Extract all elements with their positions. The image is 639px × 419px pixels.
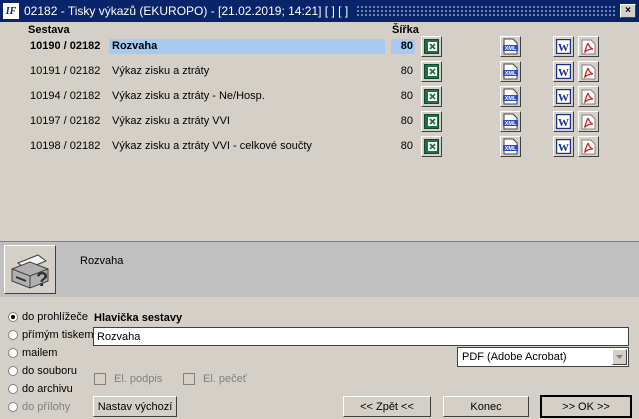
xml-icon[interactable]: XML — [500, 36, 521, 57]
title-bar-pattern — [356, 5, 617, 17]
xml-icon[interactable]: XML — [500, 136, 521, 157]
svg-text:XML: XML — [505, 71, 517, 77]
el-pecet-label: El. pečeť — [203, 373, 247, 385]
output-option: do přílohy — [8, 401, 70, 413]
report-name: Rozvaha — [109, 39, 385, 54]
pdf-icon[interactable] — [578, 36, 599, 57]
report-number: 10197 / 02182 — [30, 115, 101, 127]
excel-icon[interactable] — [421, 36, 442, 57]
report-number: 10191 / 02182 — [30, 65, 101, 77]
checkbox-box[interactable] — [94, 373, 106, 385]
header-input[interactable] — [93, 327, 629, 346]
output-option-label: mailem — [22, 347, 58, 359]
end-button[interactable]: Konec — [443, 396, 529, 417]
table-row[interactable]: 10190 / 02182 Rozvaha 80 XML W — [0, 35, 639, 60]
table-row[interactable]: 10198 / 02182 Výkaz zisku a ztráty VVI - … — [0, 135, 639, 160]
ok-button[interactable]: >> OK >> — [540, 395, 632, 418]
radio-button[interactable] — [8, 348, 18, 358]
output-option-label: do přílohy — [22, 401, 71, 413]
svg-text:W: W — [558, 67, 569, 79]
table-row[interactable]: 10191 / 02182 Výkaz zisku a ztráty 80 XML W — [0, 60, 639, 85]
table-row[interactable]: 10194 / 02182 Výkaz zisku a ztráty - Ne/H… — [0, 85, 639, 110]
title-bar: IF 02182 - Tisky výkazů (EKUROPO) - [21.… — [0, 0, 639, 22]
report-description: Rozvaha — [80, 255, 124, 267]
output-option-label: přímým tiskem — [22, 329, 94, 341]
app-icon: IF — [3, 3, 19, 19]
svg-text:W: W — [558, 92, 569, 104]
word-icon[interactable]: W — [553, 111, 574, 132]
report-number: 10194 / 02182 — [30, 90, 101, 102]
output-option[interactable]: přímým tiskem — [8, 329, 94, 341]
excel-icon[interactable] — [421, 111, 442, 132]
report-width: 80 — [400, 90, 413, 102]
el-pecet-checkbox[interactable]: El. pečeť — [183, 373, 247, 385]
table-row[interactable]: 10197 / 02182 Výkaz zisku a ztráty VVI 80 X… — [0, 110, 639, 135]
output-option[interactable]: do archivu — [8, 383, 73, 395]
report-name: Výkaz zisku a ztráty — [112, 65, 210, 77]
report-width: 80 — [400, 65, 413, 77]
radio-button[interactable] — [8, 366, 18, 376]
xml-icon[interactable]: XML — [500, 61, 521, 82]
svg-text:XML: XML — [505, 96, 517, 102]
svg-text:XML: XML — [505, 146, 517, 152]
back-button[interactable]: << Zpět << — [343, 396, 431, 417]
pdf-icon[interactable] — [578, 86, 599, 107]
radio-button[interactable] — [8, 312, 18, 322]
el-podpis-checkbox[interactable]: El. podpis — [94, 373, 162, 385]
format-select[interactable]: PDF (Adobe Acrobat) — [457, 347, 629, 367]
report-width: 80 — [391, 39, 415, 54]
pdf-icon[interactable] — [578, 136, 599, 157]
word-icon[interactable]: W — [553, 86, 574, 107]
output-option[interactable]: do souboru — [8, 365, 77, 377]
excel-icon[interactable] — [421, 136, 442, 157]
header-section-label: Hlavička sestavy — [94, 312, 183, 324]
report-number: 10198 / 02182 — [30, 140, 101, 152]
printer-icon: ? — [4, 245, 56, 294]
output-option-label: do souboru — [22, 365, 78, 377]
radio-button[interactable] — [8, 384, 18, 394]
svg-text:XML: XML — [505, 121, 517, 127]
svg-text:XML: XML — [505, 46, 517, 52]
description-panel: ? Rozvaha — [0, 241, 639, 297]
report-number: 10190 / 02182 — [30, 40, 101, 52]
radio-button — [8, 402, 18, 412]
pdf-icon[interactable] — [578, 61, 599, 82]
svg-text:?: ? — [36, 269, 48, 291]
xml-icon[interactable]: XML — [500, 111, 521, 132]
chevron-down-icon[interactable] — [612, 349, 627, 365]
word-icon[interactable]: W — [553, 61, 574, 82]
svg-text:W: W — [558, 42, 569, 54]
window-title: 02182 - Tisky výkazů (EKUROPO) - [21.02.… — [24, 4, 349, 18]
output-option-label: do prohlížeče — [22, 311, 89, 323]
xml-icon[interactable]: XML — [500, 86, 521, 107]
checkbox-box[interactable] — [183, 373, 195, 385]
output-option-label: do archivu — [22, 383, 73, 395]
format-select-value: PDF (Adobe Acrobat) — [462, 351, 567, 363]
excel-icon[interactable] — [421, 86, 442, 107]
set-defaults-button[interactable]: Nastav výchozí — [93, 396, 177, 417]
close-button[interactable]: × — [620, 4, 636, 18]
report-name: Výkaz zisku a ztráty VVI - celkové součt… — [112, 140, 312, 152]
report-width: 80 — [400, 140, 413, 152]
radio-button[interactable] — [8, 330, 18, 340]
report-width: 80 — [400, 115, 413, 127]
report-name: Výkaz zisku a ztráty - Ne/Hosp. — [112, 90, 265, 102]
pdf-icon[interactable] — [578, 111, 599, 132]
report-name: Výkaz zisku a ztráty VVI — [112, 115, 230, 127]
svg-text:W: W — [558, 117, 569, 129]
el-podpis-label: El. podpis — [114, 373, 163, 385]
excel-icon[interactable] — [421, 61, 442, 82]
svg-text:W: W — [558, 142, 569, 154]
output-option[interactable]: mailem — [8, 347, 57, 359]
output-option[interactable]: do prohlížeče — [8, 311, 88, 323]
word-icon[interactable]: W — [553, 36, 574, 57]
word-icon[interactable]: W — [553, 136, 574, 157]
